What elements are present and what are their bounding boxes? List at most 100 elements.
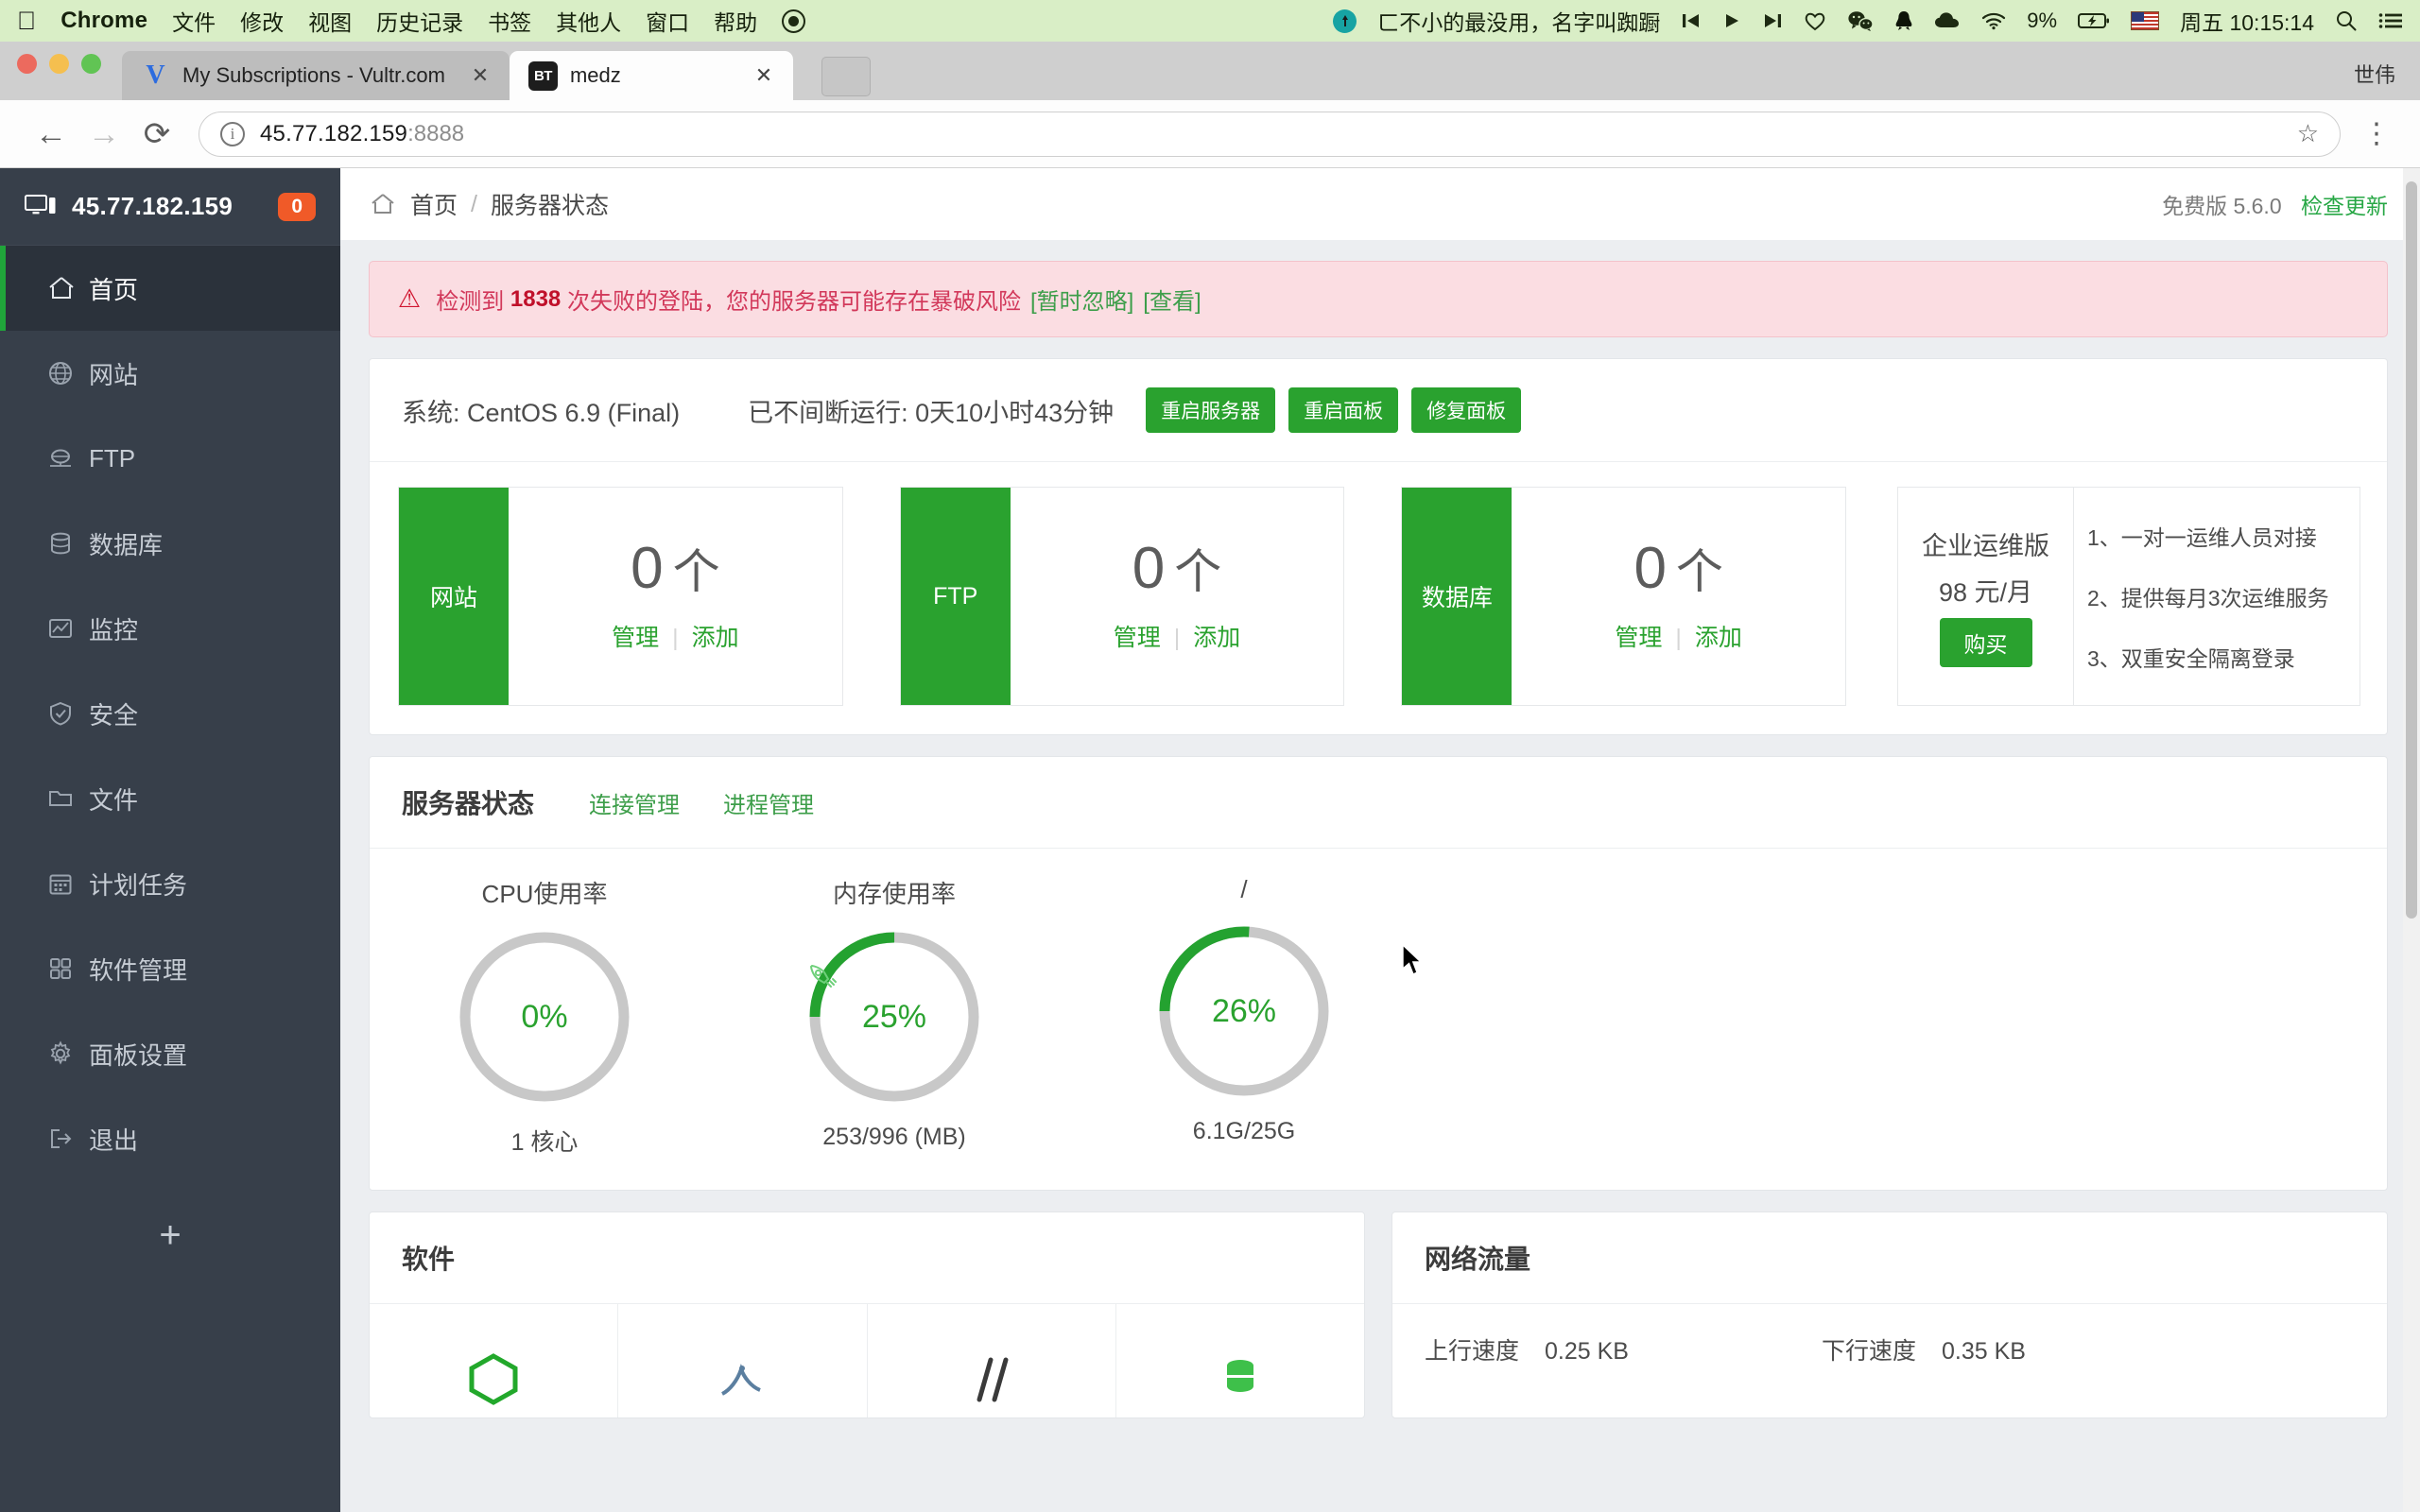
menubar-item-people[interactable]: 其他人 <box>556 5 621 37</box>
manage-link[interactable]: 管理 <box>1615 625 1662 651</box>
restart-panel-button[interactable]: 重启面板 <box>1288 387 1399 433</box>
sidebar-item-cron[interactable]: 计划任务 <box>0 841 340 926</box>
back-button[interactable]: ← <box>25 118 78 150</box>
software-item[interactable] <box>370 1304 619 1418</box>
software-item[interactable] <box>618 1304 868 1418</box>
menubar-clock[interactable]: 周五 10:15:14 <box>2180 5 2314 37</box>
stat-card-label: FTP <box>900 488 1011 705</box>
stat-card-unit: 个 <box>672 545 720 598</box>
upload-speed-value: 0.25 KB <box>1544 1338 1629 1365</box>
sidebar-header[interactable]: 45.77.182.159 0 <box>0 168 340 246</box>
tunnel-icon[interactable] <box>1333 9 1357 33</box>
window-close-button[interactable] <box>17 53 37 74</box>
nginx-icon <box>464 1352 523 1410</box>
menubar-item-file[interactable]: 文件 <box>172 5 216 37</box>
sidebar-item-label: 计划任务 <box>89 870 188 900</box>
search-icon[interactable] <box>2335 9 2358 32</box>
alert-view-link[interactable]: [查看] <box>1143 283 1201 316</box>
browser-tab-vultr[interactable]: V My Subscriptions - Vultr.com ✕ <box>122 51 510 100</box>
repair-panel-button[interactable]: 修复面板 <box>1411 387 1522 433</box>
manage-link[interactable]: 管理 <box>1114 625 1161 651</box>
wifi-icon[interactable] <box>1981 11 2006 30</box>
panel-version-area: 免费版 5.6.0 检查更新 <box>2162 188 2388 220</box>
buy-button[interactable]: 购买 <box>1939 618 2032 667</box>
qq-icon[interactable] <box>1894 10 1913 31</box>
sidebar-item-ftp[interactable]: FTP <box>0 416 340 501</box>
scrollbar-thumb[interactable] <box>2406 181 2417 919</box>
check-update-link[interactable]: 检查更新 <box>2301 194 2388 218</box>
sidebar-badge[interactable]: 0 <box>278 192 316 221</box>
sidebar-item-home[interactable]: 首页 <box>0 246 340 331</box>
connection-manage-link[interactable]: 连接管理 <box>589 786 680 819</box>
menubar-item-edit[interactable]: 修改 <box>240 5 284 37</box>
globe-icon <box>47 360 89 387</box>
sidebar-item-monitor[interactable]: 监控 <box>0 586 340 671</box>
vultr-icon: V <box>146 60 165 90</box>
gauge-label: 内存使用率 <box>832 880 956 908</box>
wechat-icon[interactable] <box>1847 10 1874 31</box>
stat-card-website: 网站 0个 管理 | 添加 <box>398 487 843 706</box>
software-item[interactable] <box>1116 1304 1364 1418</box>
sidebar-add-server-button[interactable]: + <box>0 1193 340 1278</box>
close-icon[interactable]: ✕ <box>750 63 778 88</box>
new-tab-button[interactable] <box>821 57 871 96</box>
sidebar-item-settings[interactable]: 面板设置 <box>0 1011 340 1096</box>
sidebar-item-label: 软件管理 <box>89 955 188 985</box>
forward-button[interactable]: → <box>78 118 130 150</box>
heart-icon[interactable] <box>1804 10 1826 31</box>
menubar-item-bookmarks[interactable]: 书签 <box>488 5 531 37</box>
apple-icon[interactable]:  <box>17 8 36 34</box>
bottom-row: 软件 网络流量 上行速度 0.25 KB 下行速度 0.35 KB <box>369 1211 2388 1418</box>
menubar-item-history[interactable]: 历史记录 <box>376 5 463 37</box>
address-bar[interactable]: i 45.77.182.159 :8888 ☆ <box>199 111 2341 157</box>
menubar-app-name[interactable]: Chrome <box>60 8 147 34</box>
us-flag-icon[interactable] <box>2131 11 2160 30</box>
page-scrollbar[interactable] <box>2403 168 2420 1512</box>
sidebar-item-security[interactable]: 安全 <box>0 671 340 756</box>
manage-link[interactable]: 管理 <box>612 625 659 651</box>
stat-card-links: 管理 | 添加 <box>1615 619 1742 653</box>
add-link[interactable]: 添加 <box>1695 625 1742 651</box>
software-item[interactable] <box>868 1304 1116 1418</box>
record-icon[interactable] <box>782 9 806 33</box>
sidebar-item-website[interactable]: 网站 <box>0 331 340 416</box>
restart-server-button[interactable]: 重启服务器 <box>1146 387 1276 433</box>
browser-profile-name[interactable]: 世伟 <box>2354 59 2395 89</box>
breadcrumb-home[interactable]: 首页 <box>410 187 458 221</box>
bookmark-star-icon[interactable]: ☆ <box>2297 119 2319 148</box>
alert-ignore-link[interactable]: [暂时忽略] <box>1030 283 1133 316</box>
browser-tab-medz[interactable]: BT medz ✕ <box>509 51 793 100</box>
grid-icon <box>47 955 89 982</box>
breadcrumb-separator: / <box>471 190 477 217</box>
close-icon[interactable]: ✕ <box>466 63 494 88</box>
battery-charging-icon[interactable] <box>2078 11 2110 30</box>
next-track-icon[interactable] <box>1762 11 1783 30</box>
play-icon[interactable] <box>1722 11 1741 30</box>
sidebar: 45.77.182.159 0 首页 网站 FTP 数据库 监控 安全 文件 计… <box>0 168 340 1512</box>
system-overview-card: 系统: CentOS 6.9 (Final) 已不间断运行: 0天10小时43分… <box>369 358 2388 735</box>
info-icon[interactable]: i <box>220 121 245 146</box>
menubar-item-help[interactable]: 帮助 <box>714 5 757 37</box>
link-divider: | <box>1173 625 1181 651</box>
reload-button[interactable]: ⟳ <box>130 118 183 150</box>
previous-track-icon[interactable] <box>1681 11 1702 30</box>
menubar-item-view[interactable]: 视图 <box>308 5 352 37</box>
window-minimize-button[interactable] <box>49 53 69 74</box>
list-menu-icon[interactable] <box>2378 11 2403 30</box>
sidebar-item-files[interactable]: 文件 <box>0 756 340 841</box>
sidebar-item-logout[interactable]: 退出 <box>0 1096 340 1181</box>
chart-icon <box>47 615 89 642</box>
kebab-menu-icon[interactable]: ⋮ <box>2358 117 2395 150</box>
window-maximize-button[interactable] <box>81 53 101 74</box>
stat-card-body: 0个 管理 | 添加 <box>1011 488 1344 705</box>
process-manage-link[interactable]: 进程管理 <box>723 786 814 819</box>
cloud-icon[interactable] <box>1934 11 1961 30</box>
link-divider: | <box>672 625 679 651</box>
add-link[interactable]: 添加 <box>692 625 739 651</box>
sidebar-item-database[interactable]: 数据库 <box>0 501 340 586</box>
add-link[interactable]: 添加 <box>1193 625 1240 651</box>
menubar-item-window[interactable]: 窗口 <box>646 5 689 37</box>
sidebar-item-software[interactable]: 软件管理 <box>0 926 340 1011</box>
menubar-nickname[interactable]: ㄈ不小的最没用，名字叫踟蹰 <box>1377 5 1660 37</box>
browser-tabstrip: V My Subscriptions - Vultr.com ✕ BT medz… <box>0 42 2420 100</box>
